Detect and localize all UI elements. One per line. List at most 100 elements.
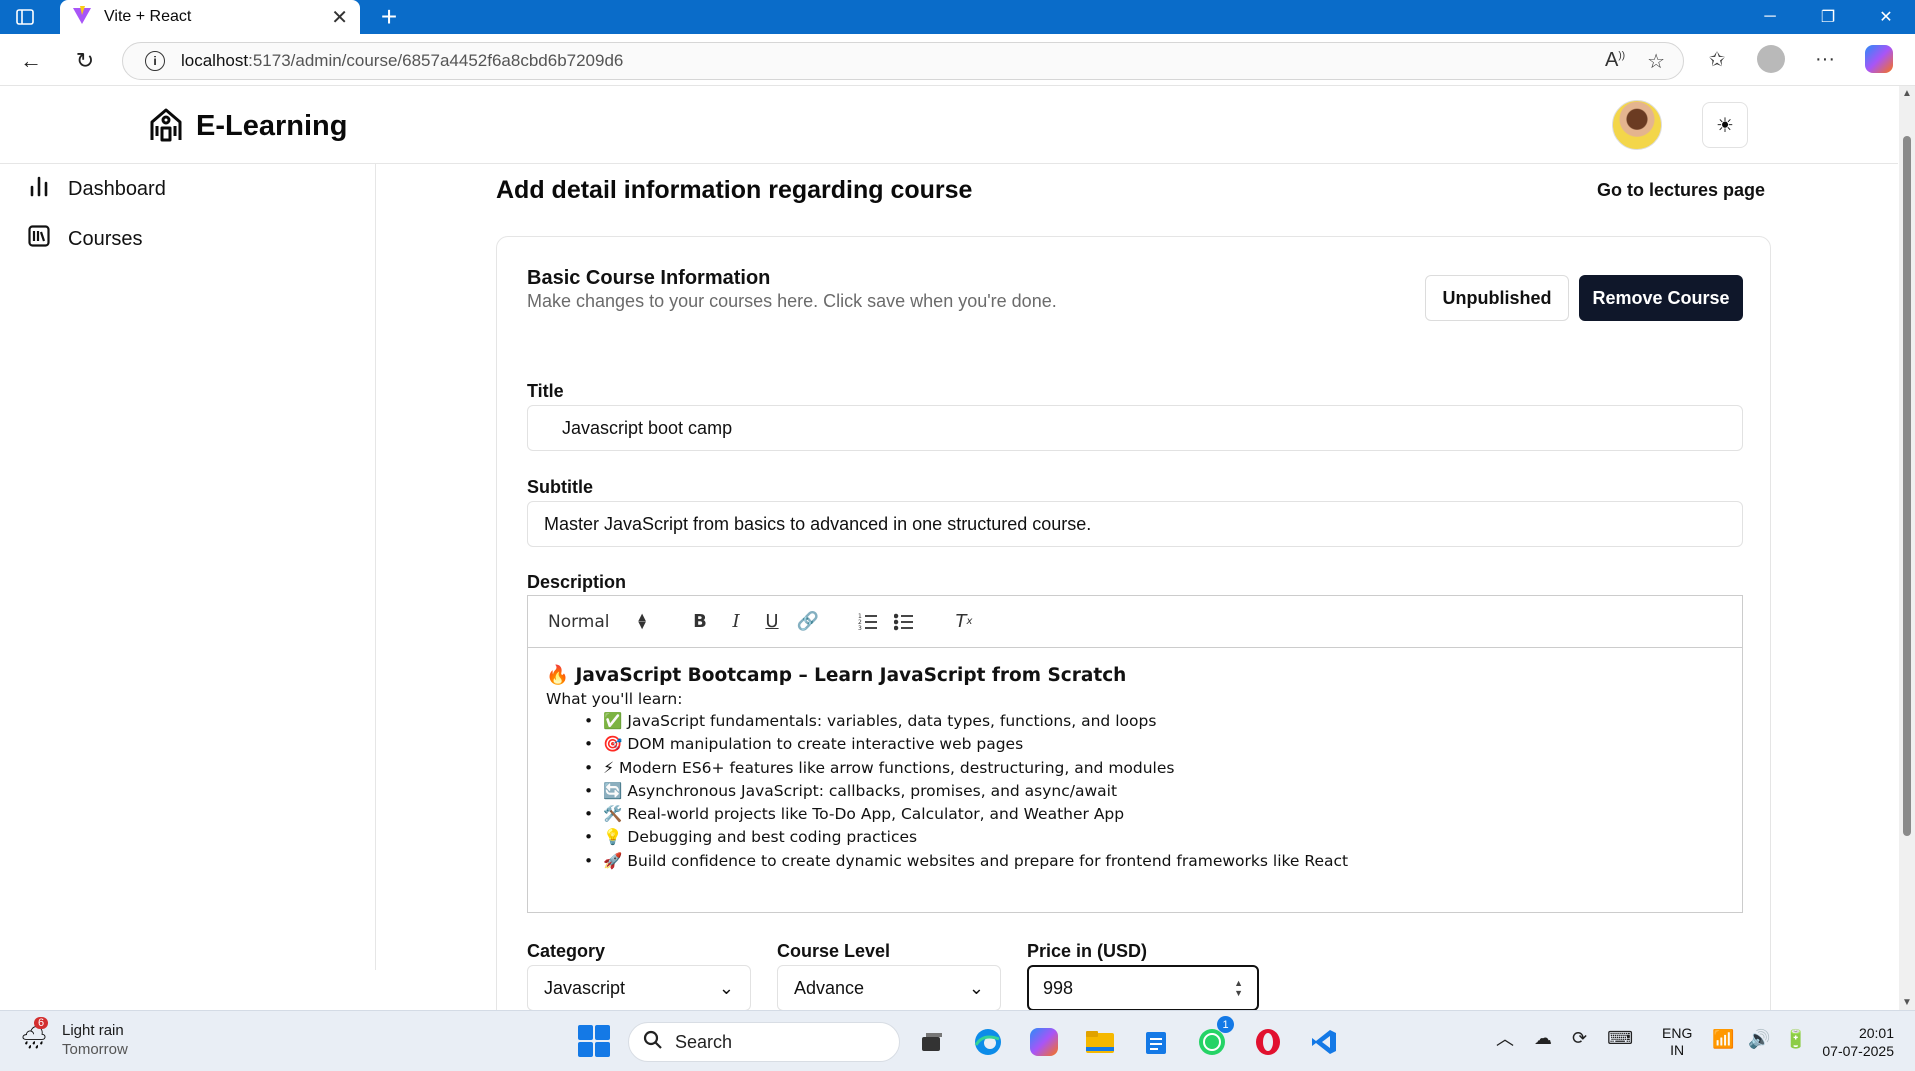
url-path: :5173/admin/course/6857a4452f6a8cbd6b720… — [248, 51, 624, 70]
battery-icon: 🔋 — [1784, 1029, 1808, 1049]
list-item: ⚡ Modern ES6+ features like arrow functi… — [584, 757, 1724, 780]
volume-icon: 🔊 — [1748, 1029, 1771, 1049]
new-tab-button[interactable]: + — [374, 1, 404, 32]
scrollbar-thumb[interactable] — [1903, 136, 1911, 836]
copilot-icon[interactable] — [1862, 42, 1896, 76]
more-options-icon[interactable]: ··· — [1808, 42, 1842, 76]
opera-icon[interactable] — [1248, 1022, 1288, 1062]
tab-actions-icon[interactable] — [14, 6, 36, 28]
edge-icon[interactable] — [968, 1022, 1008, 1062]
bar-chart-icon — [28, 175, 50, 203]
favorite-star-icon[interactable]: ☆ — [1647, 49, 1665, 74]
chevron-up-icon[interactable]: ︿ — [1496, 1025, 1514, 1051]
app-header: E-Learning ☀ — [0, 86, 1898, 164]
sync-icon[interactable]: ⟳ — [1572, 1028, 1587, 1049]
sidebar-item-label: Dashboard — [68, 177, 166, 200]
unpublish-button[interactable]: Unpublished — [1425, 275, 1569, 321]
windows-start-icon[interactable] — [578, 1025, 610, 1057]
editor-toolbar: Normal ▲ ▼ B I U 🔗 123 Tx — [528, 596, 1742, 648]
taskbar-clock[interactable]: 20:01 07-07-2025 — [1810, 1024, 1894, 1060]
whatsapp-icon[interactable]: 1 — [1192, 1016, 1234, 1062]
bold-icon[interactable]: B — [682, 607, 718, 637]
course-level-select[interactable]: Advance ⌄ — [777, 965, 1001, 1011]
editor-heading: 🔥 JavaScript Bootcamp – Learn JavaScript… — [546, 665, 1127, 686]
vite-icon — [72, 5, 92, 30]
ordered-list-icon[interactable]: 123 — [850, 607, 886, 637]
app-logo-text: E-Learning — [196, 110, 348, 142]
file-explorer-icon[interactable] — [1080, 1022, 1120, 1062]
theme-toggle-button[interactable]: ☀ — [1702, 102, 1748, 148]
course-info-card: Basic Course Information Make changes to… — [496, 236, 1771, 1056]
price-input[interactable]: 998 ▲ ▼ — [1027, 965, 1259, 1011]
user-avatar[interactable] — [1612, 100, 1662, 150]
profile-icon[interactable] — [1754, 42, 1788, 76]
wifi-icon: 📶 — [1712, 1029, 1735, 1049]
app-logo[interactable]: E-Learning — [148, 106, 347, 147]
address-bar[interactable]: i localhost:5173/admin/course/6857a4452f… — [122, 42, 1684, 80]
vscode-icon[interactable] — [1304, 1022, 1344, 1062]
weather-badge: 6 — [34, 1017, 49, 1029]
whatsapp-badge: 1 — [1217, 1016, 1234, 1033]
keyboard-icon[interactable]: ⌨ — [1607, 1028, 1633, 1049]
list-item: 🛠️ Real-world projects like To-Do App, C… — [584, 803, 1724, 826]
category-select[interactable]: Javascript ⌄ — [527, 965, 751, 1011]
copilot-app-icon[interactable] — [1024, 1022, 1064, 1062]
clear-format-icon[interactable]: Tx — [946, 607, 982, 637]
editor-subheading: What you'll learn: — [546, 690, 683, 708]
back-icon[interactable]: ← — [14, 44, 48, 78]
category-value: Javascript — [544, 977, 626, 998]
remove-course-button[interactable]: Remove Course — [1579, 275, 1743, 321]
language-indicator[interactable]: ENG IN — [1662, 1025, 1692, 1059]
card-description: Make changes to your courses here. Click… — [527, 291, 1057, 311]
read-aloud-icon[interactable]: A)) — [1605, 49, 1625, 74]
clock-date: 07-07-2025 — [1822, 1043, 1894, 1059]
notepad-icon[interactable] — [1136, 1022, 1176, 1062]
favorites-icon[interactable]: ✩ — [1700, 42, 1734, 76]
link-icon[interactable]: 🔗 — [790, 607, 826, 637]
page-scrollbar[interactable]: ▲ ▼ — [1899, 86, 1915, 1010]
title-label: Title — [527, 381, 564, 401]
title-input[interactable]: Javascript boot camp — [527, 405, 1743, 451]
lang-top: ENG — [1662, 1025, 1693, 1041]
list-item: 🎯 DOM manipulation to create interactive… — [584, 733, 1724, 756]
bullet-list-icon[interactable] — [886, 607, 922, 637]
system-tray: ︿ ☁ ⟳ ⌨ — [1496, 1025, 1633, 1051]
reload-icon[interactable]: ↻ — [68, 44, 102, 78]
subtitle-label: Subtitle — [527, 477, 593, 497]
number-spinner-icon[interactable]: ▲ ▼ — [1234, 978, 1243, 998]
rain-icon: 🌧 6 — [20, 1017, 49, 1050]
sun-icon: ☀ — [1716, 114, 1734, 137]
editor-content[interactable]: 🔥 JavaScript Bootcamp – Learn JavaScript… — [528, 648, 1742, 889]
card-title: Basic Course Information — [527, 267, 771, 289]
task-view-icon[interactable] — [912, 1022, 952, 1062]
subtitle-input[interactable]: Master JavaScript from basics to advance… — [527, 501, 1743, 547]
chevron-down-icon: ⌄ — [968, 977, 984, 998]
format-select[interactable]: Normal ▲ ▼ — [548, 612, 658, 632]
italic-icon[interactable]: I — [718, 607, 754, 637]
editor-list: ✅ JavaScript fundamentals: variables, da… — [546, 710, 1724, 873]
browser-tab[interactable]: Vite + React ✕ — [60, 0, 360, 34]
page-title: Add detail information regarding course — [496, 176, 973, 204]
description-editor[interactable]: Normal ▲ ▼ B I U 🔗 123 Tx 🔥 JavaScript Bo… — [527, 595, 1743, 913]
onedrive-cloud-icon[interactable]: ☁ — [1534, 1028, 1552, 1049]
close-window-icon[interactable]: ✕ — [1857, 0, 1915, 34]
site-info-icon[interactable]: i — [145, 51, 165, 71]
taskbar-apps: 1 — [912, 1016, 1344, 1062]
scroll-up-icon[interactable]: ▲ — [1902, 88, 1912, 99]
list-item: ✅ JavaScript fundamentals: variables, da… — [584, 710, 1724, 733]
sidebar-item-dashboard[interactable]: Dashboard — [0, 164, 375, 214]
school-icon — [148, 106, 184, 147]
close-tab-icon[interactable]: ✕ — [331, 5, 348, 30]
os-taskbar: 🌧 6 Light rain Tomorrow Search 1 ︿ ☁ ⟳ ⌨ — [0, 1010, 1915, 1071]
list-item: 💡 Debugging and best coding practices — [584, 826, 1724, 849]
system-status-icons[interactable]: 📶 🔊 🔋 — [1712, 1029, 1807, 1050]
underline-icon[interactable]: U — [754, 607, 790, 637]
lang-bottom: IN — [1670, 1042, 1685, 1058]
sidebar-item-courses[interactable]: Courses — [0, 214, 375, 264]
go-to-lectures-link[interactable]: Go to lectures page — [1597, 180, 1765, 201]
scroll-down-icon[interactable]: ▼ — [1902, 997, 1912, 1008]
taskbar-search[interactable]: Search — [628, 1022, 900, 1062]
minimize-icon[interactable]: ─ — [1741, 0, 1799, 34]
weather-widget[interactable]: 🌧 6 Light rain Tomorrow — [20, 1017, 128, 1059]
restore-icon[interactable]: ❐ — [1799, 0, 1857, 34]
